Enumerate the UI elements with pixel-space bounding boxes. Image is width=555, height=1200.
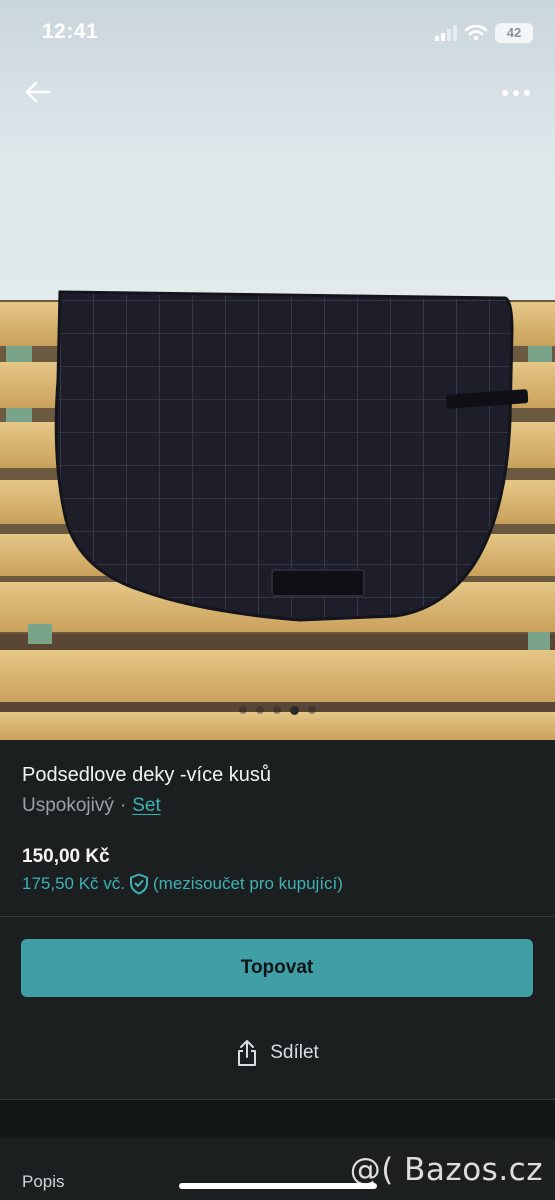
listing-actions: Topovat Sdílet <box>0 917 555 1099</box>
meta-separator: · <box>119 795 127 816</box>
section-spacer <box>0 1100 555 1138</box>
listing-meta: Uspokojivý · Set <box>22 795 161 817</box>
gallery-pagination <box>0 705 555 715</box>
description-heading: Popis <box>22 1172 65 1191</box>
condition-label: Uspokojivý <box>22 795 114 816</box>
buyer-price[interactable]: 175,50 Kč vč. (mezisoučet pro kupující) <box>22 873 343 895</box>
wifi-icon <box>465 25 487 41</box>
promote-button[interactable]: Topovat <box>21 939 533 997</box>
bazos-watermark: @( Bazos.cz <box>349 1152 543 1188</box>
gallery-dot[interactable] <box>239 706 247 714</box>
buyer-price-note: (mezisoučet pro kupující) <box>153 874 343 893</box>
gallery-dot-active[interactable] <box>290 705 299 715</box>
buyer-price-value: 175,50 Kč vč. <box>22 874 126 893</box>
status-bar: 12:41 42 <box>0 0 555 64</box>
more-options-button[interactable] <box>495 76 537 110</box>
gallery-dot[interactable] <box>308 706 316 714</box>
status-time: 12:41 <box>42 20 99 43</box>
gallery-dot[interactable] <box>256 706 264 714</box>
listing-price: 150,00 Kč <box>22 846 110 867</box>
listing-info: Podsedlove deky -více kusů Uspokojivý · Se… <box>0 740 555 916</box>
listing-title: Podsedlove deky -více kusů <box>22 764 272 786</box>
listing-photo[interactable]: 12:41 42 <box>0 0 555 740</box>
arrow-left-icon <box>25 81 51 103</box>
back-button[interactable] <box>18 72 58 112</box>
share-label: Sdílet <box>270 1042 319 1063</box>
battery-indicator: 42 <box>495 23 533 43</box>
cellular-signal-icon <box>435 25 457 41</box>
more-horizontal-icon <box>502 90 530 96</box>
home-indicator <box>179 1183 377 1189</box>
status-icons: 42 <box>435 22 533 44</box>
saddle-pad-photo <box>0 0 555 740</box>
share-icon <box>238 1040 257 1066</box>
shield-check-icon <box>130 873 149 895</box>
category-link[interactable]: Set <box>132 795 161 816</box>
gallery-dot[interactable] <box>273 706 281 714</box>
share-button[interactable]: Sdílet <box>0 1039 555 1067</box>
